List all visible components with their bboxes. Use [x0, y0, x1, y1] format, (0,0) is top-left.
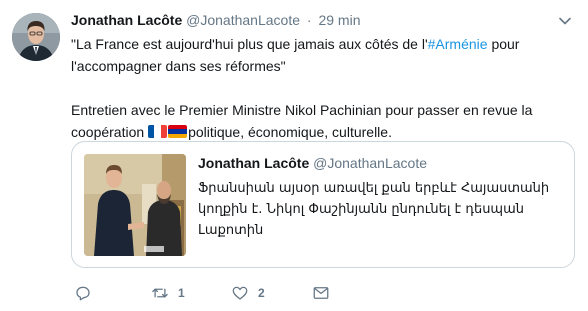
like-count: 2: [258, 286, 265, 300]
tweet-text-line: l'accompagner dans ses réformes": [71, 58, 286, 74]
text-segment: politique, économique, culturelle.: [188, 124, 392, 140]
reply-icon: [76, 286, 90, 301]
tweet-header: Jonathan Lacôte @JonathanLacote · 29 min: [71, 11, 360, 29]
retweet-button[interactable]: 1: [151, 282, 185, 304]
retweet-icon: [152, 288, 168, 298]
quoted-tweet-text: Ֆրանսիան այսօր առավել քան երբևէ Հայաստան…: [198, 181, 550, 238]
text-segment: "La France est aujourd'hui plus que jama…: [71, 36, 428, 52]
avatar[interactable]: [12, 13, 60, 61]
quoted-tweet[interactable]: Jonathan Lacôte @JonathanLacote Ֆրանսիան…: [71, 141, 575, 268]
text-segment: coopération: [71, 124, 149, 140]
tweet-text-line: Entretien avec le Premier Ministre Nikol…: [71, 102, 533, 118]
tweet-text-line: "La France est aujourd'hui plus que jama…: [71, 33, 571, 55]
chevron-down-icon[interactable]: [558, 14, 572, 28]
avatar-image: [12, 13, 60, 61]
meeting-photo-image[interactable]: [84, 154, 186, 256]
heart-icon: [232, 286, 248, 300]
quoted-author-handle: @JonathanLacote: [313, 155, 427, 171]
like-button[interactable]: 2: [231, 282, 265, 304]
hashtag-link[interactable]: #Arménie: [428, 36, 488, 52]
photo: [84, 154, 186, 256]
author-handle[interactable]: @JonathanLacote: [186, 12, 300, 28]
reply-button[interactable]: [74, 282, 92, 304]
author-name[interactable]: Jonathan Lacôte: [71, 12, 182, 28]
armenia-flag-icon: [168, 125, 188, 138]
text-segment: pour: [487, 36, 520, 52]
tweet[interactable]: Jonathan Lacôte @JonathanLacote · 29 min…: [0, 0, 588, 311]
quoted-tweet-header: Jonathan Lacôte @JonathanLacote: [198, 154, 427, 172]
separator: ·: [306, 12, 312, 28]
timestamp[interactable]: 29 min: [318, 12, 360, 28]
direct-message-button[interactable]: [312, 282, 330, 304]
envelope-icon: [313, 287, 329, 299]
quoted-author-name: Jonathan Lacôte: [198, 155, 310, 171]
tweet-actions: 1 2: [71, 282, 511, 304]
tweet-text: "La France est aujourd'hui plus que jama…: [71, 33, 571, 143]
tweet-text-line: coopération politique, économique, cultu…: [71, 121, 571, 143]
retweet-count: 1: [178, 286, 185, 300]
france-flag-icon: [148, 125, 168, 138]
